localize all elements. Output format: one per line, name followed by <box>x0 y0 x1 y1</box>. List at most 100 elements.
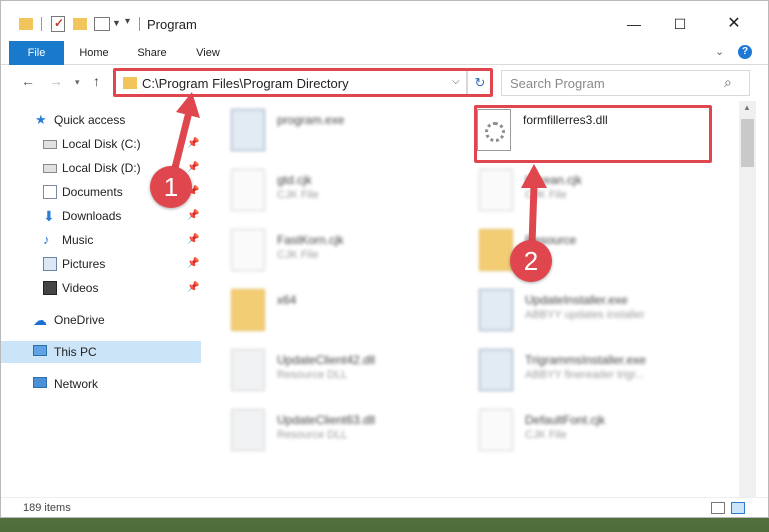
file-type: CJK File <box>525 429 567 441</box>
chevron-down-icon[interactable]: ▼ <box>112 18 121 36</box>
tab-home[interactable]: Home <box>71 41 117 65</box>
file-type: Resource DLL <box>277 429 348 441</box>
file-name: Korean.cjk <box>525 173 582 187</box>
expand-ribbon-icon[interactable]: ⌄ <box>715 45 724 58</box>
application-icon <box>479 349 513 391</box>
folder-icon <box>231 289 265 331</box>
window-title: Program <box>147 17 197 32</box>
status-bar: 189 items <box>1 497 768 517</box>
back-arrow-icon[interactable]: ← <box>21 73 35 89</box>
dll-file-icon <box>231 409 265 451</box>
file-name: UpdateClient63.dll <box>277 413 376 427</box>
tab-share[interactable]: Share <box>129 41 175 65</box>
computer-icon <box>33 345 47 356</box>
close-button[interactable]: ✕ <box>711 9 757 39</box>
file-item[interactable]: program.exe <box>231 105 461 159</box>
customize-toolbar-icon[interactable]: ▾ <box>125 16 130 34</box>
documents-icon <box>43 185 57 199</box>
application-icon <box>479 289 513 331</box>
sidebar-item-label: Pictures <box>62 257 106 271</box>
file-item[interactable]: DefaultFont.cjk CJK File <box>479 405 709 459</box>
network-icon <box>33 377 47 388</box>
scroll-up-icon[interactable]: ▲ <box>743 103 751 112</box>
pin-icon[interactable]: 📌 <box>187 133 199 155</box>
folder-icon[interactable] <box>19 18 33 30</box>
dll-file-icon <box>231 349 265 391</box>
music-note-icon: ♪ <box>43 232 50 247</box>
pin-icon[interactable]: 📌 <box>187 229 199 251</box>
search-icon[interactable]: ⌕ <box>724 74 732 91</box>
item-count: 189 items <box>23 502 71 514</box>
sidebar-item-downloads[interactable]: ⬇ Downloads 📌 <box>1 205 201 227</box>
cloud-icon: ☁ <box>33 312 47 328</box>
scrollbar-thumb[interactable] <box>741 119 754 167</box>
sidebar-item-music[interactable]: ♪ Music 📌 <box>1 229 201 251</box>
file-name: program.exe <box>277 113 345 127</box>
file-name: gtd.cjk <box>277 173 312 187</box>
file-type: ABBYY updates installer <box>525 309 645 321</box>
file-type: CJK File <box>277 249 319 261</box>
file-name: FastKorn.cjk <box>277 233 344 247</box>
pin-icon[interactable]: 📌 <box>187 205 199 227</box>
file-name: TrigrammsInstaller.exe <box>525 353 646 367</box>
large-icons-view-icon[interactable] <box>731 502 745 514</box>
file-type: CJK File <box>525 189 567 201</box>
sidebar-item-label: This PC <box>54 345 97 359</box>
step-1-badge: 1 <box>150 166 192 208</box>
file-item[interactable]: Korean.cjk CJK File <box>479 165 709 219</box>
file-item[interactable]: TrigrammsInstaller.exe ABBYY finereader … <box>479 345 709 399</box>
pin-icon[interactable]: 📌 <box>187 277 199 299</box>
details-view-icon[interactable] <box>711 502 725 514</box>
search-placeholder: Search Program <box>510 76 605 91</box>
file-name: UpdateClient42.dll <box>277 353 376 367</box>
quick-access-separator <box>41 17 42 31</box>
application-icon <box>231 109 265 151</box>
file-item[interactable]: gtd.cjk CJK File <box>231 165 461 219</box>
maximize-button[interactable]: ☐ <box>657 9 703 39</box>
sidebar-item-onedrive[interactable]: ☁ OneDrive <box>1 309 201 331</box>
sidebar-item-local-disk-c[interactable]: Local Disk (C:) 📌 <box>1 133 201 155</box>
step-2-badge: 2 <box>510 240 552 282</box>
title-separator <box>139 17 140 31</box>
sidebar-item-label: Music <box>62 233 94 247</box>
file-type: CJK File <box>277 189 319 201</box>
properties-check-icon[interactable] <box>51 16 65 32</box>
folder-icon <box>479 229 513 271</box>
sidebar-item-network[interactable]: Network <box>1 373 201 395</box>
vertical-scrollbar[interactable]: ▲ <box>739 101 756 497</box>
sidebar-item-pictures[interactable]: Pictures 📌 <box>1 253 201 275</box>
sidebar-item-label: Network <box>54 377 99 391</box>
minimize-button[interactable]: — <box>611 9 657 39</box>
properties-icon[interactable] <box>94 17 110 31</box>
recent-locations-icon[interactable]: ▾ <box>75 77 80 88</box>
new-folder-icon[interactable] <box>73 18 87 30</box>
forward-arrow-icon[interactable]: → <box>49 73 63 89</box>
file-icon <box>479 409 513 451</box>
file-type: Resource DLL <box>277 369 348 381</box>
file-item[interactable]: x64 <box>231 285 461 339</box>
pin-icon[interactable]: 📌 <box>187 253 199 275</box>
address-highlight-box <box>113 68 493 97</box>
sidebar-item-label: OneDrive <box>54 313 105 327</box>
file-item[interactable]: UpdateInstaller.exe ABBYY updates instal… <box>479 285 709 339</box>
file-highlight-box <box>474 105 712 163</box>
sidebar-item-label: Videos <box>62 281 99 295</box>
sidebar-item-videos[interactable]: Videos 📌 <box>1 277 201 299</box>
help-icon[interactable]: ? <box>738 45 752 59</box>
pictures-icon <box>43 257 57 271</box>
tab-file[interactable]: File <box>9 41 64 65</box>
star-icon: ★ <box>35 112 47 127</box>
sidebar-item-this-pc[interactable]: This PC <box>1 341 201 363</box>
up-arrow-icon[interactable]: ↑ <box>93 73 100 89</box>
drive-icon <box>43 140 57 149</box>
search-input[interactable]: Search Program ⌕ <box>501 70 750 96</box>
download-arrow-icon: ⬇ <box>43 208 55 224</box>
sidebar-item-label: Downloads <box>62 209 122 223</box>
file-type: ABBYY finereader trigr... <box>525 369 645 381</box>
file-item[interactable]: UpdateClient63.dll Resource DLL <box>231 405 461 459</box>
film-icon <box>43 281 57 295</box>
tab-view[interactable]: View <box>187 41 229 65</box>
file-item[interactable]: FastKorn.cjk CJK File <box>231 225 461 279</box>
sidebar-item-quick-access[interactable]: ★ Quick access <box>1 109 201 131</box>
file-item[interactable]: UpdateClient42.dll Resource DLL <box>231 345 461 399</box>
